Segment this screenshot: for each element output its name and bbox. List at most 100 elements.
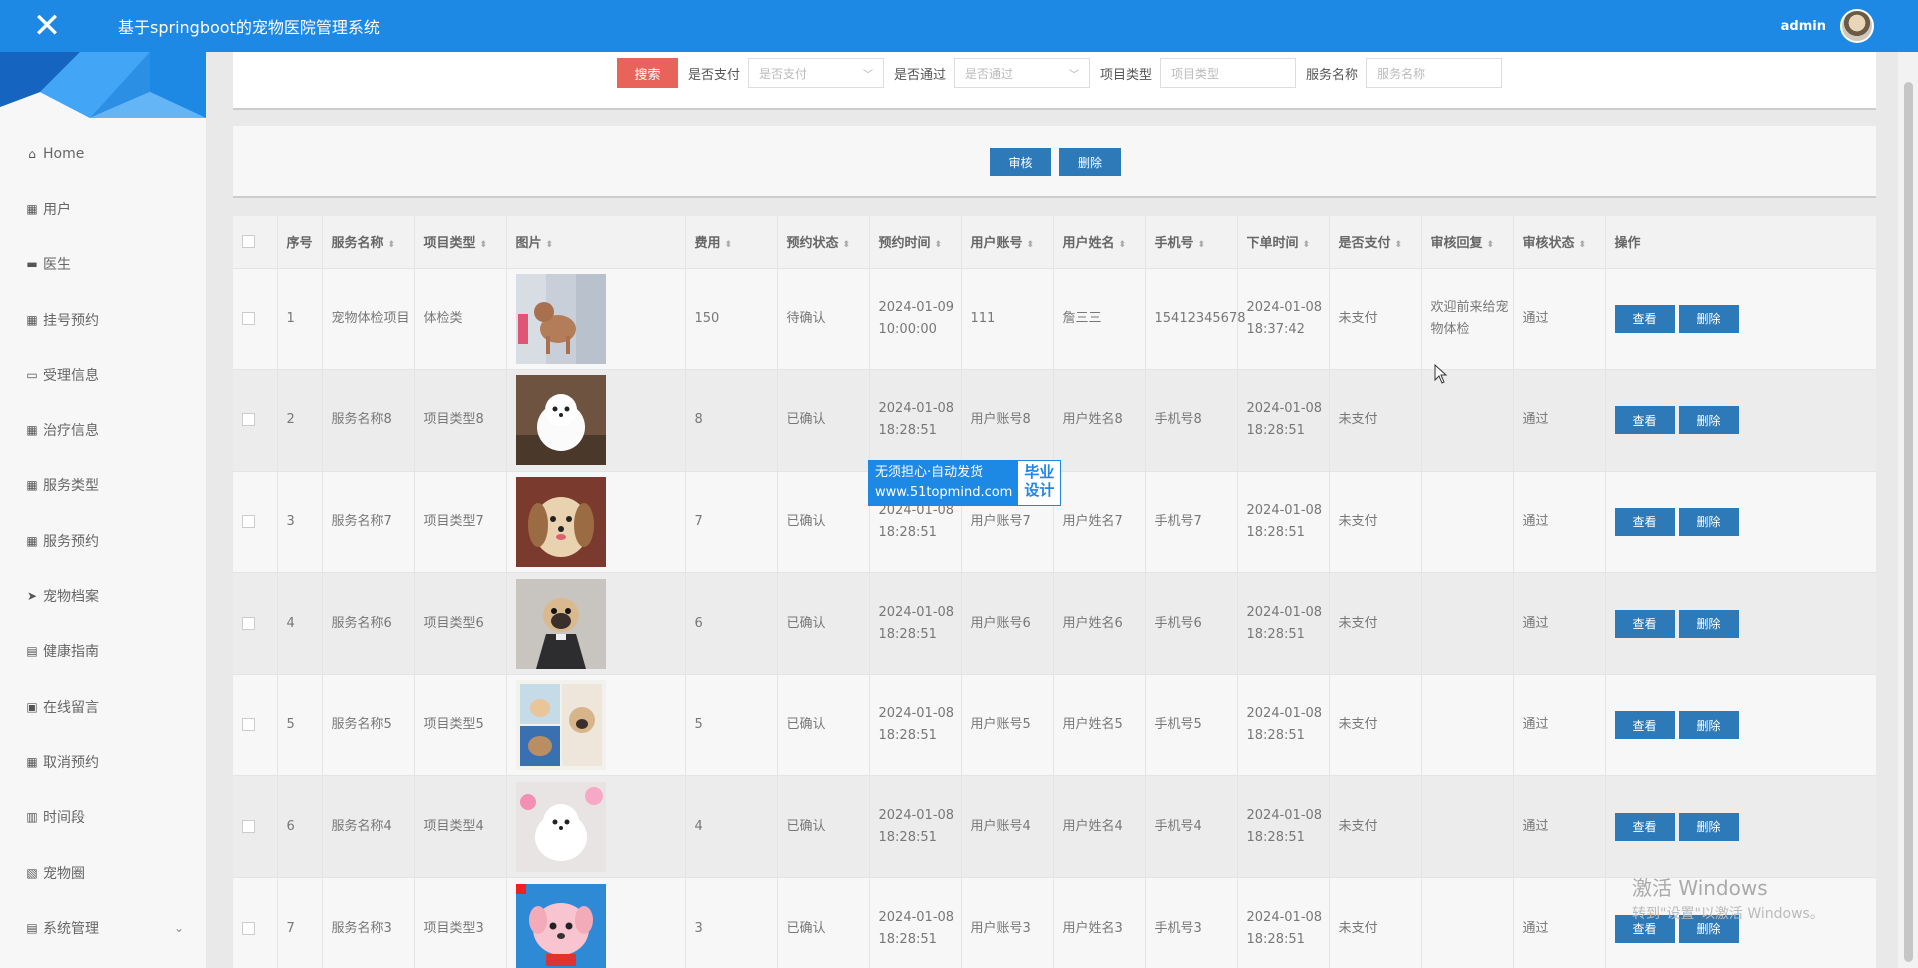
sidebar-item-2[interactable]: ▬ 医生 [0,237,206,292]
table-row: 2 服务名称8 项目类型8 8 已确认 2024-01-08 18:28:51 用户账号8 用… [233,369,1876,472]
sidebar-item-label: 治疗信息 [43,423,99,440]
appointment-time-cell: 2024-01-08 18:28:51 [869,572,962,675]
sidebar-item-13[interactable]: ▧ 宠物圈 [0,845,206,900]
sidebar-item-14[interactable]: ▤ 系统管理 ⌄ [0,900,206,955]
sidebar-item-4[interactable]: ▭ 受理信息 [0,347,206,402]
column-header[interactable]: 审核状态 ⬍ [1513,216,1606,268]
column-header[interactable]: 图片 ⬍ [506,216,686,268]
appointment-time-cell: 2024-01-08 18:28:51 [869,775,962,878]
username[interactable]: admin [1781,19,1826,34]
row-checkbox[interactable] [242,616,255,630]
column-header-label: 用户姓名 [1062,236,1115,252]
column-header[interactable]: 用户姓名 ⬍ [1053,216,1146,268]
row-checkbox[interactable] [242,514,255,528]
sidebar-item-6[interactable]: ▦ 服务类型 [0,458,206,513]
chevron-down-icon: ﹀ [863,69,874,81]
delete-button[interactable]: 删除 [1678,609,1739,638]
view-button[interactable]: 查看 [1614,812,1675,841]
column-header[interactable]: 预约状态 ⬍ [777,216,870,268]
watermark-right1: 毕业 [1024,463,1055,481]
view-button[interactable]: 查看 [1614,507,1675,536]
sort-icon[interactable]: ⬍ [480,240,488,250]
sort-icon[interactable]: ⬍ [1487,240,1495,250]
sort-icon[interactable]: ⬍ [725,240,733,250]
sort-icon[interactable]: ⬍ [1579,240,1587,250]
column-header-label: 手机号 [1154,236,1194,252]
sidebar-item-1[interactable]: ▦ 用户 [0,181,206,236]
order-time-cell: 2024-01-08 18:28:51 [1237,369,1330,472]
sidebar-item-8[interactable]: ➤ 宠物档案 [0,568,206,623]
column-header[interactable]: 下单时间 ⬍ [1237,216,1330,268]
delete-button[interactable]: 删除 [1678,711,1739,740]
column-header[interactable]: 操作 [1605,216,1876,268]
audit-reply-cell [1421,369,1514,472]
column-header[interactable]: 费用 ⬍ [685,216,778,268]
delete-button[interactable]: 删除 [1678,507,1739,536]
project-type-cell: 项目类型3 [414,877,507,968]
service-filter-input[interactable]: 服务名称 [1366,58,1503,88]
audit-button[interactable]: 审核 [990,148,1051,176]
sort-icon[interactable]: ⬍ [1198,240,1206,250]
column-header[interactable]: 预约时间 ⬍ [869,216,962,268]
service-name-cell: 宠物体检项目 [322,267,415,370]
sidebar-item-label: 时间段 [43,810,85,827]
column-header[interactable]: 服务名称 ⬍ [322,216,415,268]
view-button[interactable]: 查看 [1614,406,1675,435]
approved-filter-select[interactable]: 是否通过 ﹀ [954,58,1091,88]
sidebar-item-5[interactable]: ▦ 治疗信息 [0,402,206,457]
sidebar-item-11[interactable]: ▦ 取消预约 [0,734,206,789]
top-header: ✕ 基于springboot的宠物医院管理系统 admin [0,0,1918,52]
type-filter-label: 项目类型 [1100,67,1153,83]
view-button[interactable]: 查看 [1614,304,1675,333]
batch-delete-button[interactable]: 删除 [1059,148,1121,176]
column-header[interactable]: 是否支付 ⬍ [1329,216,1422,268]
sidebar-item-label: 用户 [43,201,71,218]
windows-activation-subtitle: 转到"设置"以激活 Windows。 [1632,906,1824,922]
watermark-line1: 无须担心·自动发货 [875,465,984,480]
row-checkbox[interactable] [242,718,255,732]
user-account-cell: 用户账号8 [961,369,1054,472]
sort-icon[interactable]: ⬍ [388,240,396,250]
search-button[interactable]: 搜索 [617,58,678,88]
audit-status-cell: 通过 [1513,267,1606,370]
sidebar-item-label: 挂号预约 [43,312,99,329]
row-checkbox[interactable] [242,921,255,935]
avatar[interactable] [1840,9,1874,43]
view-button[interactable]: 查看 [1614,609,1675,638]
sidebar-item-3[interactable]: ▦ 挂号预约 [0,292,206,347]
column-header[interactable]: 用户账号 ⬍ [961,216,1054,268]
column-header[interactable]: 序号 [277,216,323,268]
delete-button[interactable]: 删除 [1678,304,1739,333]
column-header[interactable]: 审核回复 ⬍ [1421,216,1514,268]
select-all-checkbox[interactable] [242,235,255,249]
phone-cell: 手机号8 [1145,369,1238,472]
column-header[interactable]: 手机号 ⬍ [1145,216,1238,268]
sort-icon[interactable]: ⬍ [1395,240,1403,250]
delete-button[interactable]: 删除 [1678,406,1739,435]
row-checkbox[interactable] [242,311,255,325]
service-name-cell: 服务名称5 [322,673,415,776]
view-button[interactable]: 查看 [1614,711,1675,740]
sidebar-item-12[interactable]: ▥ 时间段 [0,790,206,845]
sort-icon[interactable]: ⬍ [1303,240,1311,250]
sort-icon[interactable]: ⬍ [1027,240,1035,250]
sort-icon[interactable]: ⬍ [1119,240,1127,250]
type-filter-input[interactable]: 项目类型 [1160,58,1297,88]
row-checkbox[interactable] [242,413,255,427]
row-select-cell [233,470,278,573]
sort-icon[interactable]: ⬍ [843,240,851,250]
scrollbar-thumb[interactable] [1904,82,1913,962]
column-header[interactable]: 项目类型 ⬍ [414,216,507,268]
delete-button[interactable]: 删除 [1678,812,1739,841]
menu-icon: ▦ [26,201,38,216]
row-checkbox[interactable] [242,819,255,833]
sidebar-item-9[interactable]: ▤ 健康指南 [0,624,206,679]
close-icon[interactable]: ✕ [0,0,94,52]
sidebar-item-0[interactable]: ⌂ Home [0,126,206,181]
sidebar-item-10[interactable]: ▣ 在线留言 [0,679,206,734]
page-scrollbar[interactable] [1898,52,1918,968]
paid-filter-select[interactable]: 是否支付 ﹀ [748,58,885,88]
sort-icon[interactable]: ⬍ [546,240,554,250]
sort-icon[interactable]: ⬍ [935,240,943,250]
sidebar-item-7[interactable]: ▦ 服务预约 [0,513,206,568]
